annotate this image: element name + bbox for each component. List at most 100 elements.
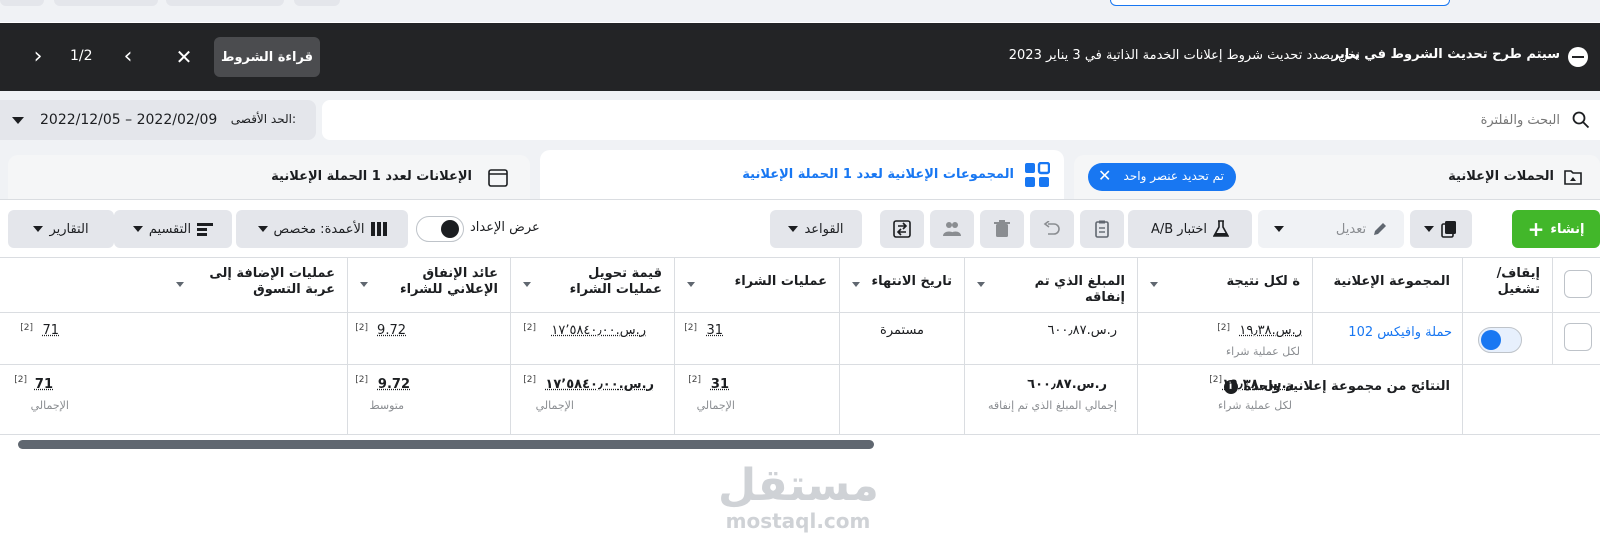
tab-campaigns[interactable]: الحملات الإعلانية تم تحديد عنصر واحد ✕ xyxy=(1074,155,1600,199)
header-toggle[interactable]: إيقاف/ تشغيل xyxy=(1462,258,1552,312)
ab-test-button[interactable]: اختبار A/B xyxy=(1128,210,1252,248)
caret-down-icon xyxy=(1273,226,1284,232)
reports-button[interactable]: التقارير xyxy=(8,210,114,248)
clipboard-button[interactable] xyxy=(1080,210,1124,248)
summary-spent-cell: ر.س.٦٠٠٫٨٧ إجمالي المبلغ الذي تم إنفاقه xyxy=(964,365,1137,434)
pencil-icon xyxy=(1374,223,1387,235)
header-add-to-cart[interactable]: عمليات الإضافة إلى عربة التسوق xyxy=(0,258,347,312)
summary-purchase-value: ر.س.١٧٬٥٨٤٠٫٠٠ xyxy=(545,377,654,392)
footnote[interactable]: [2] xyxy=(688,375,701,385)
setup-view-toggle[interactable] xyxy=(416,216,464,242)
ads-manager-page: سيتم طرح تحديث الشروط في يناير نحن بصدد … xyxy=(0,0,1600,550)
breakdown-button[interactable]: التقسيم xyxy=(114,210,232,248)
footnote[interactable]: [2] xyxy=(355,375,368,385)
header-checkbox-cell xyxy=(1552,258,1600,312)
summary-empty xyxy=(1462,365,1552,434)
summary-cpr-cell: [2] ر.س.١٩٫٣٨ لكل عملية شراء xyxy=(1137,365,1312,434)
summary-cpr-sub: لكل عملية شراء xyxy=(1217,399,1292,412)
top-button-fragment[interactable] xyxy=(294,0,340,6)
summary-empty xyxy=(839,365,964,434)
summary-row: النتائج من مجموعة إعلانية واحدة i [2] ر.… xyxy=(0,365,1600,435)
table-row[interactable]: حملة وافيكس 102 [2] ر.س.١٩٫٣٨ لكل عملية … xyxy=(0,313,1600,365)
setup-view-label: عرض الإعداد xyxy=(470,220,540,235)
adsets-table: إيقاف/ تشغيل المجموعة الإعلانية ة لكل نت… xyxy=(0,257,1600,437)
summary-purchases-cell: 31 [2] الإجمالي xyxy=(674,365,839,434)
caret-down-icon[interactable] xyxy=(1150,282,1158,287)
header-cost-per-result[interactable]: ة لكل نتيجة xyxy=(1137,258,1312,312)
header-purchases[interactable]: عمليات الشراء xyxy=(674,258,839,312)
header-name[interactable]: المجموعة الإعلانية xyxy=(1312,258,1462,312)
end-value: مستمرة xyxy=(880,323,924,338)
duplicate-icon xyxy=(1441,221,1456,238)
tab-ads[interactable]: الإعلانات لعدد 1 الحملة الإعلانية xyxy=(8,155,530,199)
footnote[interactable]: [2] xyxy=(1209,375,1222,385)
toggle-knob xyxy=(1481,330,1501,350)
audience-button[interactable] xyxy=(930,210,974,248)
header-label: المبلغ الذي تم إنفاقه xyxy=(1034,274,1125,305)
adset-name-link[interactable]: حملة وافيكس 102 xyxy=(1348,325,1452,340)
adset-status-toggle[interactable] xyxy=(1478,327,1522,353)
header-end-date[interactable]: تاريخ الانتهاء xyxy=(839,258,964,312)
header-purchase-value[interactable]: قيمة تحويل عمليات الشراء xyxy=(510,258,674,312)
row-checkbox-cell xyxy=(1552,313,1600,364)
header-roas[interactable]: عائد الإنفاق الإعلاني للشراء xyxy=(347,258,510,312)
create-button[interactable]: إنشاء + xyxy=(1512,210,1600,248)
footnote[interactable]: [2] xyxy=(20,323,33,333)
top-button-fragment[interactable] xyxy=(54,0,158,6)
row-cpr-cell: [2] ر.س.١٩٫٣٨ لكل عملية شراء xyxy=(1137,313,1312,364)
export-icon xyxy=(893,220,911,238)
caret-down-icon xyxy=(12,117,24,124)
footnote[interactable]: [2] xyxy=(523,375,536,385)
top-input-fragment[interactable] xyxy=(1110,0,1450,6)
read-terms-button[interactable]: قراءة الشروط xyxy=(214,37,320,77)
header-label: عائد الإنفاق الإعلاني للشراء xyxy=(399,266,498,297)
roas-value: 9.72 xyxy=(377,323,406,338)
duplicate-button[interactable] xyxy=(1410,210,1472,248)
chevron-left-icon[interactable]: ‹ xyxy=(26,43,50,71)
columns-button[interactable]: الأعمدة: مخصص xyxy=(236,210,408,248)
row-end-cell: مستمرة xyxy=(839,313,964,364)
row-roas-cell: 9.72 [2] xyxy=(347,313,510,364)
close-icon[interactable]: ✕ xyxy=(1098,166,1111,186)
search-box[interactable] xyxy=(322,100,1600,140)
delete-button[interactable] xyxy=(980,210,1024,248)
edit-button[interactable]: تعديل xyxy=(1258,210,1404,248)
caret-down-icon[interactable] xyxy=(523,282,531,287)
select-all-checkbox[interactable] xyxy=(1564,270,1592,298)
grid-icon xyxy=(1025,162,1050,187)
caret-down-icon[interactable] xyxy=(852,282,860,287)
footnote[interactable]: [2] xyxy=(355,323,368,333)
search-input[interactable] xyxy=(660,108,1560,132)
date-range-picker[interactable]: 2022/12/05 – 2022/02/09 الحد الأقصى: xyxy=(0,100,316,140)
selected-items-chip[interactable]: تم تحديد عنصر واحد ✕ xyxy=(1088,163,1236,191)
footnote[interactable]: [2] xyxy=(1217,323,1230,333)
caret-down-icon[interactable] xyxy=(176,282,184,287)
close-icon[interactable]: ✕ xyxy=(172,45,196,69)
footnote[interactable]: [2] xyxy=(14,375,27,385)
chevron-right-icon[interactable]: › xyxy=(116,43,140,71)
tab-campaigns-label: الحملات الإعلانية xyxy=(1448,169,1554,184)
top-button-fragment[interactable] xyxy=(166,0,284,6)
caret-down-icon[interactable] xyxy=(360,282,368,287)
cpr-value: ر.س.١٩٫٣٨ xyxy=(1239,323,1302,338)
undo-button[interactable] xyxy=(1030,210,1074,248)
create-label: إنشاء xyxy=(1550,221,1585,237)
caret-down-icon[interactable] xyxy=(687,282,695,287)
footnote[interactable]: [2] xyxy=(523,323,536,333)
export-button[interactable] xyxy=(880,210,924,248)
edit-label: تعديل xyxy=(1335,221,1367,237)
horizontal-scrollbar[interactable] xyxy=(18,440,874,449)
tab-adsets[interactable]: المجموعات الإعلانية لعدد 1 الحملة الإعلا… xyxy=(540,150,1064,199)
selected-chip-label: تم تحديد عنصر واحد xyxy=(1123,169,1224,183)
row-checkbox[interactable] xyxy=(1564,323,1592,351)
header-amount-spent[interactable]: المبلغ الذي تم إنفاقه xyxy=(964,258,1137,312)
header-label: عمليات الشراء xyxy=(734,274,827,289)
toggle-knob xyxy=(441,220,459,238)
summary-cart-sub: الإجمالي xyxy=(30,399,69,412)
rules-button[interactable]: القواعد xyxy=(770,210,862,248)
footnote[interactable]: [2] xyxy=(684,323,697,333)
tab-adsets-label: المجموعات الإعلانية لعدد 1 الحملة الإعلا… xyxy=(742,167,1014,182)
caret-down-icon[interactable] xyxy=(977,282,985,287)
caret-down-icon xyxy=(33,226,44,232)
top-button-fragment[interactable] xyxy=(0,0,44,6)
